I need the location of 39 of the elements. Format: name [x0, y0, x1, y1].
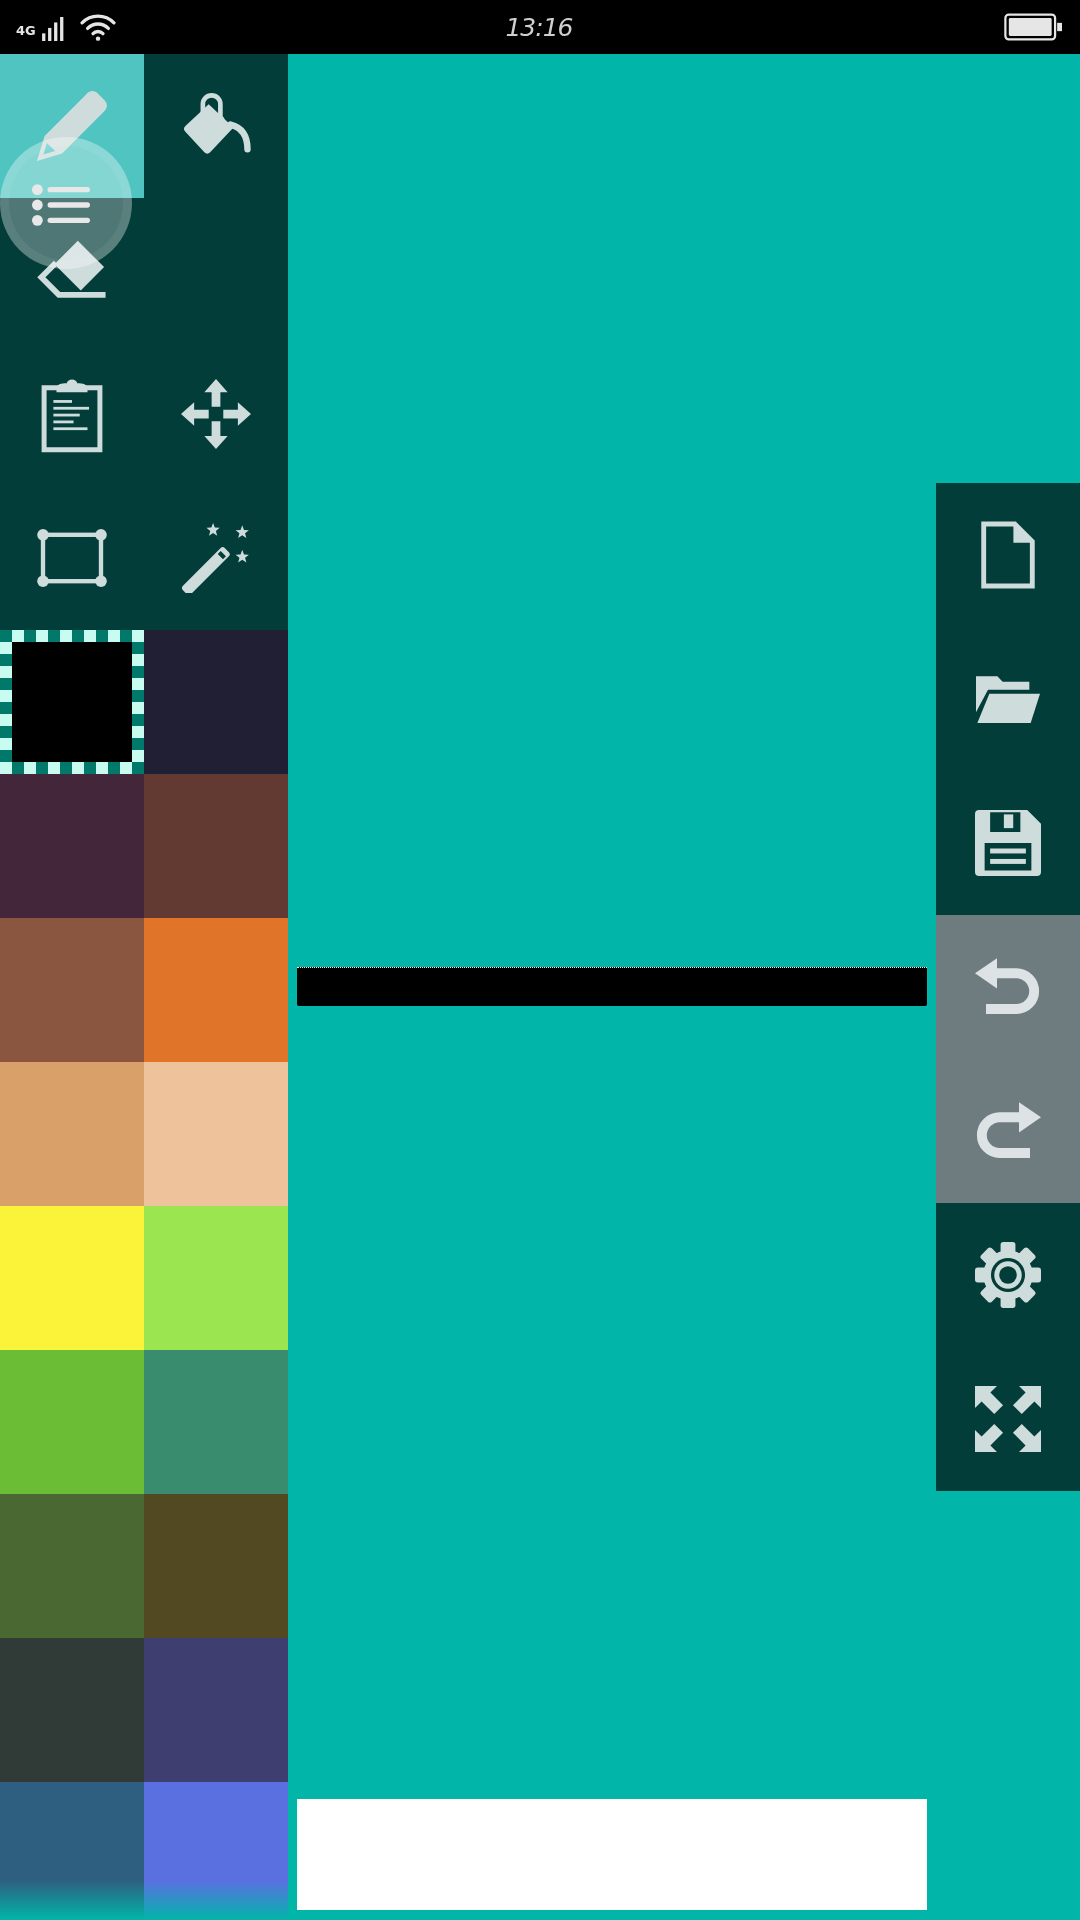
move-arrows-icon	[181, 379, 251, 449]
toolbar-button[interactable]	[936, 483, 1080, 627]
color-swatch[interactable]	[0, 1206, 144, 1350]
color-swatch[interactable]	[0, 1494, 144, 1638]
color-swatch[interactable]	[0, 1350, 144, 1494]
color-swatch[interactable]	[144, 1062, 288, 1206]
toolbar-button[interactable]	[936, 771, 1080, 915]
fullscreen-icon	[975, 1386, 1041, 1452]
color-swatch[interactable]	[144, 630, 288, 774]
pencil-icon	[37, 91, 107, 161]
wifi-icon	[79, 13, 116, 41]
menu-icon	[32, 184, 90, 226]
folder-icon	[976, 675, 1040, 723]
clock-time: 13:16	[505, 12, 573, 42]
color-swatch[interactable]	[144, 1350, 288, 1494]
redo-icon	[975, 1102, 1041, 1160]
color-swatch[interactable]	[0, 774, 144, 918]
color-swatch[interactable]	[0, 1782, 144, 1920]
network-type: 4G	[16, 24, 36, 37]
color-swatch[interactable]	[0, 1638, 144, 1782]
settings-icon	[975, 1242, 1041, 1308]
color-swatch[interactable]	[144, 774, 288, 918]
battery-icon	[1004, 13, 1062, 41]
drawing-canvas[interactable]	[288, 54, 1080, 1920]
undo-icon	[975, 958, 1041, 1016]
color-swatch[interactable]	[144, 1638, 288, 1782]
toolbar-button[interactable]	[936, 1203, 1080, 1347]
rectangle-icon	[37, 529, 107, 587]
save-icon	[975, 810, 1041, 876]
magic-wand-icon	[181, 523, 251, 593]
color-swatch[interactable]	[0, 918, 144, 1062]
color-swatch[interactable]	[0, 1062, 144, 1206]
toolbar-button[interactable]	[936, 1347, 1080, 1491]
color-swatch[interactable]	[144, 918, 288, 1062]
color-swatch[interactable]	[144, 1206, 288, 1350]
color-swatch[interactable]	[144, 1782, 288, 1920]
color-swatch[interactable]	[144, 1494, 288, 1638]
new-file-icon	[981, 521, 1035, 589]
signal-icon	[41, 17, 64, 41]
